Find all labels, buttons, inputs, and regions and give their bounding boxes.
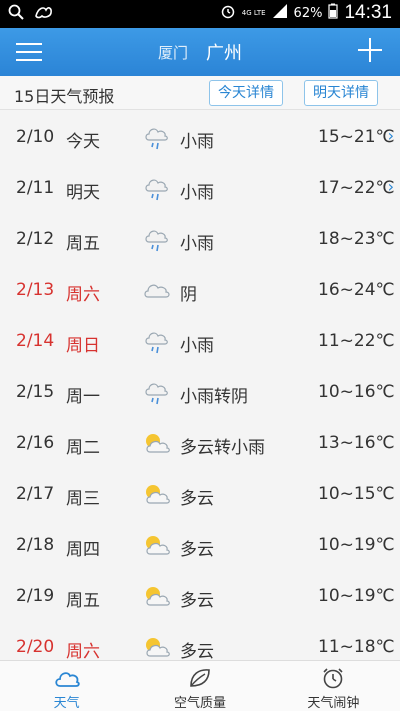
chevron-right-icon: › xyxy=(387,126,394,145)
forecast-condition: 小雨 xyxy=(180,183,214,203)
forecast-day: 周六 xyxy=(66,642,100,661)
forecast-date: 2/17 xyxy=(16,484,55,504)
bottom-tab-bar: 天气 空气质量 天气闹钟 xyxy=(0,660,400,711)
battery-percent: 62% xyxy=(293,5,323,21)
tab-air-quality[interactable]: 空气质量 xyxy=(133,661,266,711)
partly-cloudy-icon xyxy=(142,583,172,611)
city-tabs: 厦门 广州 xyxy=(0,28,400,76)
forecast-day: 今天 xyxy=(66,132,100,152)
chevron-right-icon: › xyxy=(387,177,394,196)
forecast-condition: 多云 xyxy=(180,489,214,509)
partly-cloudy-icon xyxy=(142,481,172,509)
light-rain-icon xyxy=(142,328,172,356)
forecast-date: 2/12 xyxy=(16,229,55,249)
forecast-condition: 小雨转阴 xyxy=(180,387,248,407)
forecast-condition: 多云转小雨 xyxy=(180,438,265,458)
forecast-date: 2/18 xyxy=(16,535,55,555)
network-type-label: 4G LTE xyxy=(241,9,266,17)
forecast-header: 15日天气预报 今天详情 明天详情 xyxy=(0,76,400,110)
forecast-temperature: 17~22℃ xyxy=(318,178,395,198)
forecast-row[interactable]: 2/17 周三 多云 10~15℃ xyxy=(0,470,400,521)
forecast-day: 明天 xyxy=(66,183,100,203)
forecast-date: 2/19 xyxy=(16,586,55,606)
forecast-temperature: 18~23℃ xyxy=(318,229,395,249)
forecast-row[interactable]: 2/16 周二 多云转小雨 13~16℃ xyxy=(0,419,400,470)
forecast-temperature: 10~19℃ xyxy=(318,535,395,555)
forecast-date: 2/10 xyxy=(16,127,55,147)
light-rain-icon xyxy=(142,175,172,203)
city-tab-xiamen[interactable]: 厦门 xyxy=(158,42,188,63)
forecast-list: 2/10 今天 小雨 15~21℃ › 2/11 明天 小雨 17~22℃ › 2/12 周五 小雨 18… xyxy=(0,113,400,661)
forecast-date: 2/15 xyxy=(16,382,55,402)
overcast-icon xyxy=(142,277,172,305)
forecast-condition: 小雨 xyxy=(180,132,214,152)
forecast-row[interactable]: 2/14 周日 小雨 11~22℃ xyxy=(0,317,400,368)
forecast-temperature: 16~24℃ xyxy=(318,280,395,300)
tab-weather-label: 天气 xyxy=(53,696,80,711)
forecast-day: 周五 xyxy=(66,234,100,254)
city-tab-guangzhou[interactable]: 广州 xyxy=(206,39,242,65)
forecast-temperature: 10~15℃ xyxy=(318,484,395,504)
forecast-temperature: 13~16℃ xyxy=(318,433,395,453)
forecast-day: 周日 xyxy=(66,336,100,356)
forecast-day: 周六 xyxy=(66,285,100,305)
forecast-date: 2/14 xyxy=(16,331,55,351)
tab-weather-alarm-label: 天气闹钟 xyxy=(307,696,360,711)
status-bar: 4G LTE 62% 14:31 xyxy=(0,0,400,28)
light-rain-icon xyxy=(142,124,172,152)
forecast-date: 2/20 xyxy=(16,637,55,657)
forecast-row[interactable]: 2/12 周五 小雨 18~23℃ xyxy=(0,215,400,266)
tab-weather-alarm[interactable]: 天气闹钟 xyxy=(267,661,400,711)
signal-icon xyxy=(272,3,288,23)
forecast-title: 15日天气预报 xyxy=(14,87,115,106)
forecast-day: 周三 xyxy=(66,489,100,509)
light-rain-icon xyxy=(142,379,172,407)
forecast-condition: 小雨 xyxy=(180,234,214,254)
forecast-condition: 多云 xyxy=(180,642,214,661)
light-rain-icon xyxy=(142,226,172,254)
battery-icon xyxy=(328,3,339,23)
forecast-date: 2/13 xyxy=(16,280,55,300)
forecast-temperature: 11~18℃ xyxy=(318,637,395,657)
search-icon xyxy=(8,4,24,24)
add-city-button[interactable] xyxy=(358,38,382,62)
forecast-condition: 多云 xyxy=(180,591,214,611)
forecast-row[interactable]: 2/18 周四 多云 10~19℃ xyxy=(0,521,400,572)
partly-cloudy-icon xyxy=(142,532,172,560)
alarm-icon xyxy=(220,3,236,23)
forecast-row[interactable]: 2/20 周六 多云 11~18℃ xyxy=(0,623,400,661)
forecast-temperature: 10~19℃ xyxy=(318,586,395,606)
forecast-day: 周四 xyxy=(66,540,100,560)
tomorrow-detail-button[interactable]: 明天详情 xyxy=(304,80,378,106)
app-header: 厦门 广州 xyxy=(0,28,400,76)
forecast-date: 2/11 xyxy=(16,178,55,198)
forecast-condition: 阴 xyxy=(180,285,197,305)
forecast-row[interactable]: 2/11 明天 小雨 17~22℃ › xyxy=(0,164,400,215)
forecast-temperature: 10~16℃ xyxy=(318,382,395,402)
tab-air-quality-label: 空气质量 xyxy=(173,696,226,711)
forecast-day: 周五 xyxy=(66,591,100,611)
partly-cloudy-icon xyxy=(142,634,172,661)
forecast-temperature: 15~21℃ xyxy=(318,127,395,147)
forecast-row[interactable]: 2/19 周五 多云 10~19℃ xyxy=(0,572,400,623)
forecast-condition: 多云 xyxy=(180,540,214,560)
forecast-day: 周二 xyxy=(66,438,100,458)
forecast-row[interactable]: 2/15 周一 小雨转阴 10~16℃ xyxy=(0,368,400,419)
forecast-temperature: 11~22℃ xyxy=(318,331,395,351)
status-clock: 14:31 xyxy=(344,2,392,23)
tab-weather[interactable]: 天气 xyxy=(0,661,133,711)
today-detail-button[interactable]: 今天详情 xyxy=(209,80,283,106)
forecast-condition: 小雨 xyxy=(180,336,214,356)
partly-cloudy-icon xyxy=(142,430,172,458)
forecast-date: 2/16 xyxy=(16,433,55,453)
forecast-row[interactable]: 2/13 周六 阴 16~24℃ xyxy=(0,266,400,317)
forecast-day: 周一 xyxy=(66,387,100,407)
forecast-row[interactable]: 2/10 今天 小雨 15~21℃ › xyxy=(0,113,400,164)
uc-browser-icon xyxy=(34,4,54,24)
